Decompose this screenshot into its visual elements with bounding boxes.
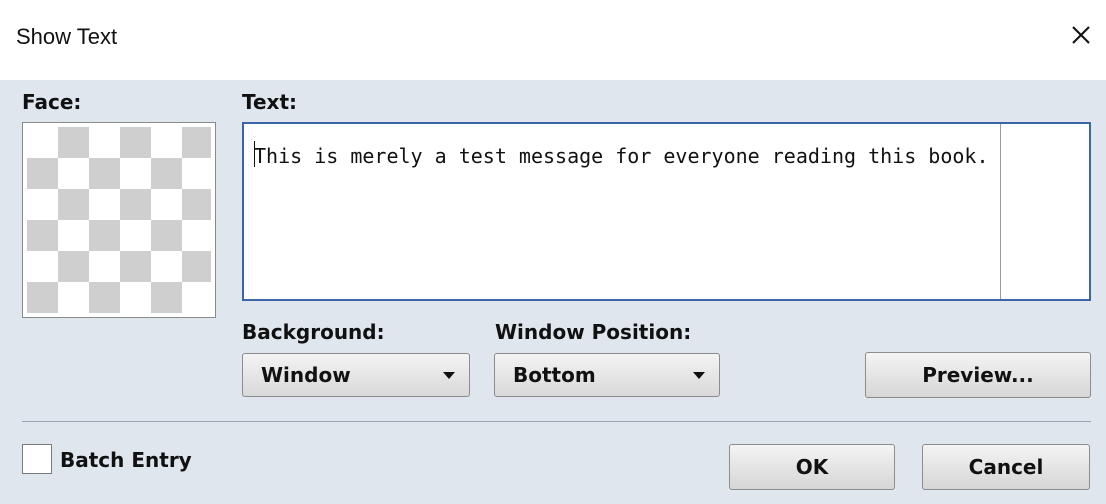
checkerboard-placeholder — [27, 127, 211, 313]
window-position-label: Window Position: — [495, 320, 692, 344]
chevron-down-icon — [443, 372, 455, 379]
face-label: Face: — [22, 90, 82, 114]
preview-button[interactable]: Preview... — [865, 352, 1091, 398]
divider — [22, 421, 1091, 422]
batch-entry-label: Batch Entry — [60, 448, 192, 472]
background-label: Background: — [242, 320, 385, 344]
line-width-guide — [1000, 124, 1001, 299]
close-icon[interactable] — [1064, 18, 1098, 52]
window-title: Show Text — [16, 24, 118, 49]
window-position-select-value: Bottom — [513, 363, 596, 387]
title-bar: Show Text — [0, 0, 1106, 80]
text-label: Text: — [242, 90, 298, 114]
ok-button[interactable]: OK — [729, 444, 895, 490]
face-preview[interactable] — [22, 122, 216, 318]
batch-entry-checkbox[interactable] — [22, 444, 52, 474]
chevron-down-icon — [693, 372, 705, 379]
background-select[interactable]: Window — [242, 353, 470, 397]
window-position-select[interactable]: Bottom — [494, 353, 720, 397]
message-text: This is merely a test message for everyo… — [254, 144, 989, 168]
cancel-button[interactable]: Cancel — [922, 444, 1090, 490]
message-textarea[interactable]: This is merely a test message for everyo… — [242, 122, 1091, 301]
background-select-value: Window — [261, 363, 351, 387]
